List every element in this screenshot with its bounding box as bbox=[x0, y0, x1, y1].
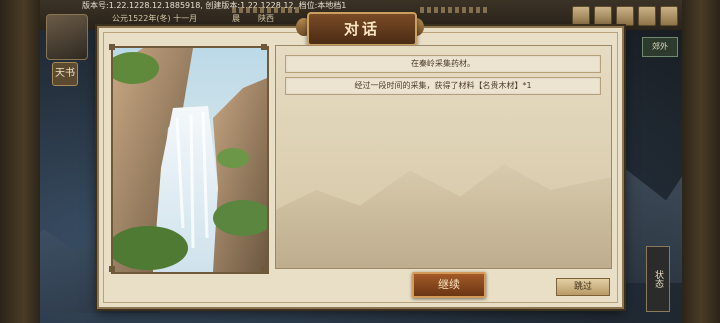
menu-icon-4[interactable] bbox=[638, 6, 656, 26]
game-date: 公元1522年(冬) 十一月 bbox=[112, 14, 198, 23]
menu-icon-5[interactable] bbox=[660, 6, 678, 26]
frame-corner bbox=[261, 44, 267, 50]
waterfall-illustration bbox=[113, 48, 267, 272]
left-frame bbox=[0, 0, 40, 323]
scene-illustration bbox=[111, 46, 269, 274]
character-avatar[interactable] bbox=[46, 14, 88, 60]
skip-button[interactable]: 跳过 bbox=[556, 278, 610, 296]
current-location: 陕西 bbox=[258, 14, 274, 23]
time-of-day: 晨 bbox=[232, 14, 240, 23]
version-info: 版本号:1.22.1228.12.1885918, 创建版本:1.22.1228… bbox=[82, 1, 347, 10]
menu-icon-3[interactable] bbox=[616, 6, 634, 26]
outskirts-tab[interactable]: 郊外 bbox=[642, 37, 678, 57]
ink-mountain-decoration bbox=[276, 164, 611, 268]
dialog-message: 在秦岭采集药材。 bbox=[285, 55, 601, 73]
menu-icon-2[interactable] bbox=[594, 6, 612, 26]
frame-corner bbox=[261, 266, 267, 272]
title-fret-right bbox=[420, 7, 490, 13]
right-frame bbox=[682, 0, 720, 323]
continue-button[interactable]: 继续 bbox=[412, 272, 486, 298]
menu-icon-1[interactable] bbox=[572, 6, 590, 26]
frame-corner bbox=[109, 44, 115, 50]
status-side-tab[interactable]: 状态 bbox=[646, 246, 670, 312]
dialog-message: 经过一段时间的采集，获得了材料【名贵木材】*1 bbox=[285, 77, 601, 95]
dialog-title: 对话 bbox=[307, 12, 417, 46]
frame-corner bbox=[109, 266, 115, 272]
side-menu-button[interactable]: 天书 bbox=[52, 62, 78, 86]
title-fret-left bbox=[232, 7, 302, 13]
